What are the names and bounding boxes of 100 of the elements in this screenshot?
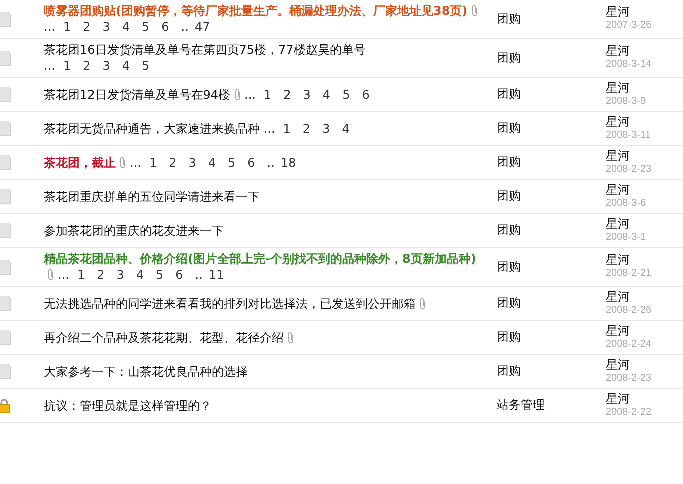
forum-link[interactable]: 团购: [497, 188, 606, 205]
document-icon: [0, 87, 11, 102]
topic-title[interactable]: 再介绍二个品种及茶花花期、花型、花径介绍: [44, 330, 284, 346]
author-link[interactable]: 星河: [606, 216, 683, 230]
post-date: 2008-2-23: [606, 162, 653, 176]
document-icon: [0, 50, 11, 66]
author-link[interactable]: 星河: [606, 290, 683, 304]
page-link[interactable]: 1: [264, 88, 272, 102]
forum-link[interactable]: 站务管理: [497, 397, 606, 414]
topic-title[interactable]: 茶花团无货品种通告，大家速进来换品种: [44, 120, 260, 136]
page-link[interactable]: 2: [83, 59, 91, 73]
document-icon: [0, 223, 11, 238]
page-link[interactable]: 3: [116, 268, 124, 282]
page-link[interactable]: 4: [342, 122, 350, 136]
post-date: 2008-3-14: [606, 58, 653, 72]
page-link[interactable]: 3: [322, 122, 330, 136]
post-date: 2008-2-24: [606, 338, 653, 352]
topic-title[interactable]: 喷雾器团购贴(团购暂停，等待厂家批量生产。桶漏处理办法、厂家地址见38页): [44, 3, 468, 19]
page-link[interactable]: 4: [208, 156, 216, 170]
page-link[interactable]: 3: [102, 20, 110, 34]
document-icon: [0, 121, 11, 136]
post-date: 2007-3-26: [606, 19, 653, 33]
ellipsis: ..: [195, 268, 203, 282]
page-link[interactable]: 47: [194, 20, 210, 34]
topic-title[interactable]: 大家参考一下：山茶花优良品种的选择: [44, 364, 248, 380]
page-link[interactable]: 5: [156, 268, 164, 282]
document-icon: [0, 330, 11, 345]
author-link[interactable]: 星河: [606, 392, 683, 406]
page-link[interactable]: 6: [176, 268, 184, 282]
ellipsis: ...: [264, 122, 276, 136]
page-link[interactable]: 2: [284, 88, 292, 102]
page-link[interactable]: 4: [122, 20, 130, 34]
page-link[interactable]: 6: [248, 156, 256, 170]
document-icon: [0, 364, 11, 379]
forum-link[interactable]: 团购: [497, 295, 606, 312]
author-link[interactable]: 星河: [606, 44, 683, 58]
ellipsis: ...: [58, 268, 70, 282]
author-link[interactable]: 星河: [606, 253, 683, 267]
page-link[interactable]: 11: [208, 268, 224, 282]
post-date: 2008-3-1: [606, 230, 648, 244]
lock-icon: [0, 398, 10, 412]
ellipsis: ...: [44, 20, 56, 34]
page-link[interactable]: 3: [102, 59, 110, 73]
forum-link[interactable]: 团购: [497, 120, 606, 137]
forum-link[interactable]: 团购: [497, 154, 606, 171]
post-date: 2008-2-21: [606, 267, 653, 281]
page-link[interactable]: 4: [322, 88, 331, 102]
author-link[interactable]: 星河: [606, 5, 683, 19]
document-icon: [0, 296, 11, 311]
page-link[interactable]: 4: [122, 59, 130, 73]
topic-title[interactable]: 茶花团16日发货清单及单号在第四页75楼，77楼赵昊的单号: [44, 42, 366, 58]
page-link[interactable]: 2: [97, 268, 105, 282]
topic-title[interactable]: 精品茶花团品种、价格介绍(图片全部上完-个别找不到的品种除外，8页新加品种): [44, 251, 476, 267]
topic-title[interactable]: 无法挑选品种的同学进来看看我的排列对比选择法，已发送到公开邮箱: [44, 296, 416, 312]
page-link[interactable]: 1: [63, 20, 72, 34]
page-link[interactable]: 1: [63, 59, 72, 73]
page-link[interactable]: 2: [169, 156, 177, 170]
author-link[interactable]: 星河: [606, 324, 683, 338]
ellipsis: ...: [244, 88, 256, 102]
author-link[interactable]: 星河: [606, 80, 683, 94]
forum-link[interactable]: 团购: [497, 363, 606, 380]
page-link[interactable]: 5: [142, 59, 150, 73]
forum-link[interactable]: 团购: [497, 222, 606, 239]
post-date: 2008-3-6: [606, 196, 648, 210]
page-link[interactable]: 1: [283, 122, 291, 136]
topic-title[interactable]: 茶花团重庆拼单的五位同学请进来看一下: [44, 188, 260, 204]
author-link[interactable]: 星河: [606, 182, 683, 196]
forum-link[interactable]: 团购: [497, 50, 606, 66]
page-link[interactable]: 5: [228, 156, 236, 170]
page-link[interactable]: 5: [142, 20, 150, 34]
author-link[interactable]: 星河: [606, 114, 683, 128]
page-link[interactable]: 4: [136, 268, 144, 282]
topic-title[interactable]: 抗议：管理员就是这样管理的？: [44, 398, 212, 414]
post-date: 2008-3-9: [606, 94, 648, 108]
page-link[interactable]: 3: [303, 88, 311, 102]
post-date: 2008-3-11: [606, 128, 652, 142]
forum-link[interactable]: 团购: [497, 10, 606, 28]
page-link[interactable]: 18: [280, 156, 296, 170]
author-link[interactable]: 星河: [606, 358, 683, 372]
forum-link[interactable]: 团购: [497, 329, 606, 346]
page-link[interactable]: 3: [188, 156, 196, 170]
page-link[interactable]: 2: [302, 122, 311, 136]
page-link[interactable]: 6: [362, 88, 370, 102]
forum-link[interactable]: 团购: [497, 86, 606, 103]
page-link[interactable]: 5: [342, 88, 350, 102]
page-link[interactable]: 1: [77, 268, 86, 282]
ellipsis: ..: [181, 20, 189, 34]
author-link[interactable]: 星河: [606, 148, 683, 162]
ellipsis: ...: [44, 59, 56, 73]
forum-link[interactable]: 团购: [497, 258, 606, 276]
topic-title[interactable]: 茶花团，截止: [44, 154, 116, 170]
ellipsis: ..: [267, 156, 275, 170]
document-icon: [0, 189, 11, 204]
page-link[interactable]: 6: [162, 20, 170, 34]
topic-title[interactable]: 茶花团12日发货清单及单号在94楼: [44, 86, 231, 102]
topic-title[interactable]: 参加茶花团的重庆的花友进来一下: [44, 222, 224, 238]
page-link[interactable]: 2: [83, 20, 91, 34]
page-link[interactable]: 1: [149, 156, 158, 170]
post-date: 2008-2-23: [606, 372, 653, 386]
document-icon: [0, 260, 11, 274]
